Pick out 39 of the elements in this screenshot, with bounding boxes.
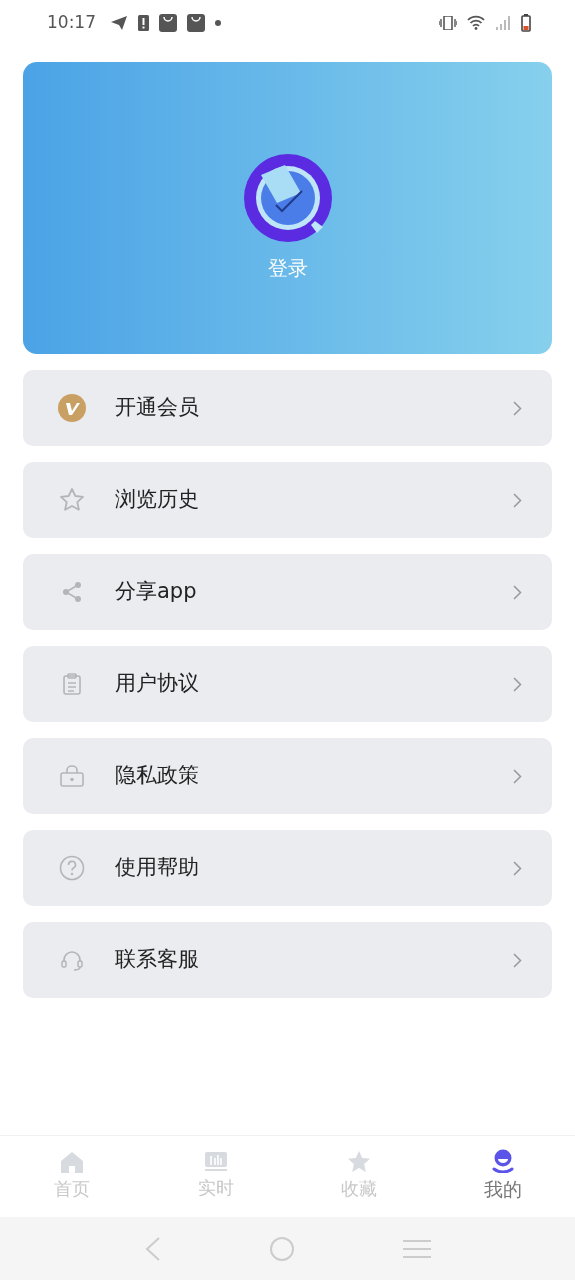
tab[interactable]: 我的 — [431, 1136, 575, 1217]
home-icon[interactable] — [269, 1235, 296, 1262]
menu-item[interactable]: 分享app — [23, 554, 552, 630]
signal-icon — [495, 15, 511, 30]
share-icon — [61, 581, 83, 603]
menu-item[interactable]: 开通会员 — [23, 370, 552, 446]
bag-icon — [187, 13, 205, 32]
menu-item[interactable]: 使用帮助 — [23, 830, 552, 906]
bag-icon — [159, 13, 177, 32]
chevron-icon — [513, 400, 522, 416]
lock-icon — [60, 765, 84, 787]
status-time: 10:17 — [47, 10, 96, 34]
home-tab-icon — [59, 1151, 84, 1173]
alert-icon — [138, 14, 149, 31]
send-icon — [110, 14, 128, 31]
back-icon[interactable] — [143, 1235, 162, 1262]
vibrate-icon — [439, 15, 457, 30]
profile-icon — [492, 1149, 515, 1174]
help-icon — [59, 855, 85, 881]
chevron-icon — [513, 492, 522, 508]
wifi-icon — [467, 15, 485, 30]
star-icon — [59, 487, 85, 513]
chevron-icon — [513, 768, 522, 784]
menu-item[interactable]: 用户协议 — [23, 646, 552, 722]
chart-icon — [204, 1152, 227, 1172]
battery-icon — [521, 13, 531, 32]
chevron-icon — [513, 952, 522, 968]
menu-item[interactable]: 联系客服 — [23, 922, 552, 998]
vip-icon — [58, 394, 86, 422]
chevron-icon — [513, 676, 522, 692]
menu-icon[interactable] — [403, 1238, 432, 1259]
headset-icon — [61, 949, 83, 971]
clipboard-icon — [63, 673, 81, 695]
menu-item[interactable]: 浏览历史 — [23, 462, 552, 538]
menu-item[interactable]: 隐私政策 — [23, 738, 552, 814]
chevron-icon — [513, 584, 522, 600]
star-tab-icon — [347, 1151, 372, 1173]
chevron-icon — [513, 860, 522, 876]
dot-icon — [215, 19, 221, 26]
